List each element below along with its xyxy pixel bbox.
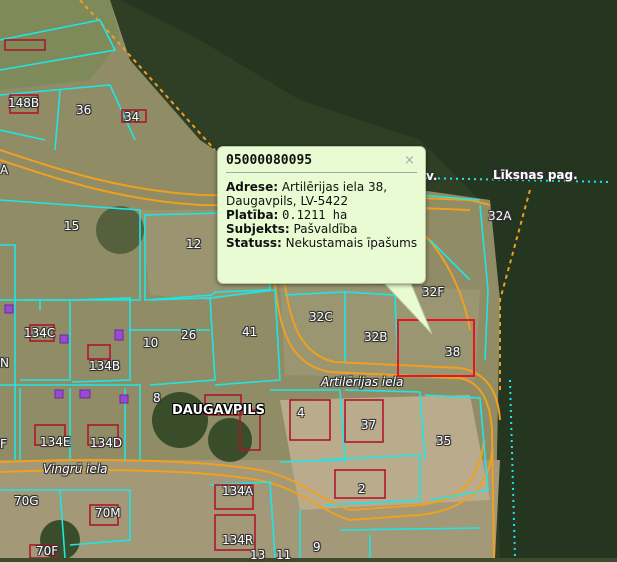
parcel-label-13[interactable]: 13 <box>250 548 265 562</box>
parcel-label-32f[interactable]: 32F <box>422 285 444 299</box>
parcel-label-41[interactable]: 41 <box>242 325 257 339</box>
popup-value-subject: Pašvaldība <box>293 222 358 236</box>
parcel-label-a[interactable]: A <box>0 163 8 177</box>
parcel-label-2[interactable]: 2 <box>358 482 366 496</box>
parcel-label-70m[interactable]: 70M <box>95 506 121 520</box>
parcel-label-134d[interactable]: 134D <box>90 436 122 450</box>
popup-row-status: Statuss: Nekustamais īpašums <box>226 236 420 250</box>
parcel-label-148b[interactable]: 148B <box>8 96 39 110</box>
parcel-label-4[interactable]: 4 <box>297 406 305 420</box>
parcel-label-70f[interactable]: 70F <box>36 544 58 558</box>
parcel-label-70g[interactable]: 70G <box>14 494 39 508</box>
parcel-label-38[interactable]: 38 <box>445 345 460 359</box>
town-label: DAUGAVPILS <box>172 403 265 418</box>
popup-value-status: Nekustamais īpašums <box>285 236 418 250</box>
parcel-label-134e[interactable]: 134E <box>40 435 71 449</box>
tree-clump <box>96 206 144 254</box>
parcel-label-n[interactable]: N <box>0 356 9 370</box>
popup-label-subject: Subjekts: <box>226 222 290 236</box>
parcel-info-popup: 05000080095 × Adrese: Artilērijas iela 3… <box>217 146 426 284</box>
parcel-label-134a[interactable]: 134A <box>222 484 253 498</box>
tree-clump <box>208 418 252 462</box>
popup-row-area: Platība: 0.1211 ha <box>226 208 420 222</box>
popup-label-area: Platība: <box>226 208 279 222</box>
parcel-label-37[interactable]: 37 <box>361 418 376 432</box>
parcel-label-f[interactable]: F <box>0 437 7 451</box>
parcel-label-35[interactable]: 35 <box>436 434 451 448</box>
parcel-label-12[interactable]: 12 <box>186 237 201 251</box>
parcel-label-134c[interactable]: 134C <box>24 326 55 340</box>
parcel-label-26[interactable]: 26 <box>181 328 196 342</box>
parcel-label-32b[interactable]: 32B <box>364 330 388 344</box>
parcel-label-9[interactable]: 9 <box>313 540 321 554</box>
parcel-label-32a[interactable]: 32A <box>488 209 511 223</box>
parcel-label-36[interactable]: 36 <box>76 103 91 117</box>
parcel-label-34[interactable]: 34 <box>124 110 139 124</box>
parcel-label-10[interactable]: 10 <box>143 336 158 350</box>
popup-row-address: Adrese: Artilērijas iela 38, Daugavpils,… <box>226 180 420 208</box>
parcel-label-32c[interactable]: 32C <box>309 310 333 324</box>
popup-divider <box>226 172 417 173</box>
parcel-label-11[interactable]: 11 <box>276 548 291 562</box>
close-icon[interactable]: × <box>404 153 415 168</box>
parish-label-cut: v. <box>426 169 438 183</box>
parcel-label-8[interactable]: 8 <box>153 391 161 405</box>
street-label-vingru: Vingrū iela <box>43 462 108 476</box>
parish-label: Līksnas pag. <box>493 168 578 182</box>
popup-title: 05000080095 <box>226 153 313 168</box>
popup-body: Adrese: Artilērijas iela 38, Daugavpils,… <box>226 180 420 250</box>
popup-label-address: Adrese: <box>226 180 279 194</box>
parcel-label-134r[interactable]: 134R <box>222 533 253 547</box>
parcel-label-15[interactable]: 15 <box>64 219 79 233</box>
street-label-artilerijas: Artilērijas iela <box>321 375 404 389</box>
popup-value-area: 0.1211 ha <box>282 208 348 222</box>
popup-label-status: Statuss: <box>226 236 282 250</box>
parcel-label-134b[interactable]: 134B <box>89 359 120 373</box>
popup-row-subject: Subjekts: Pašvaldība <box>226 222 420 236</box>
